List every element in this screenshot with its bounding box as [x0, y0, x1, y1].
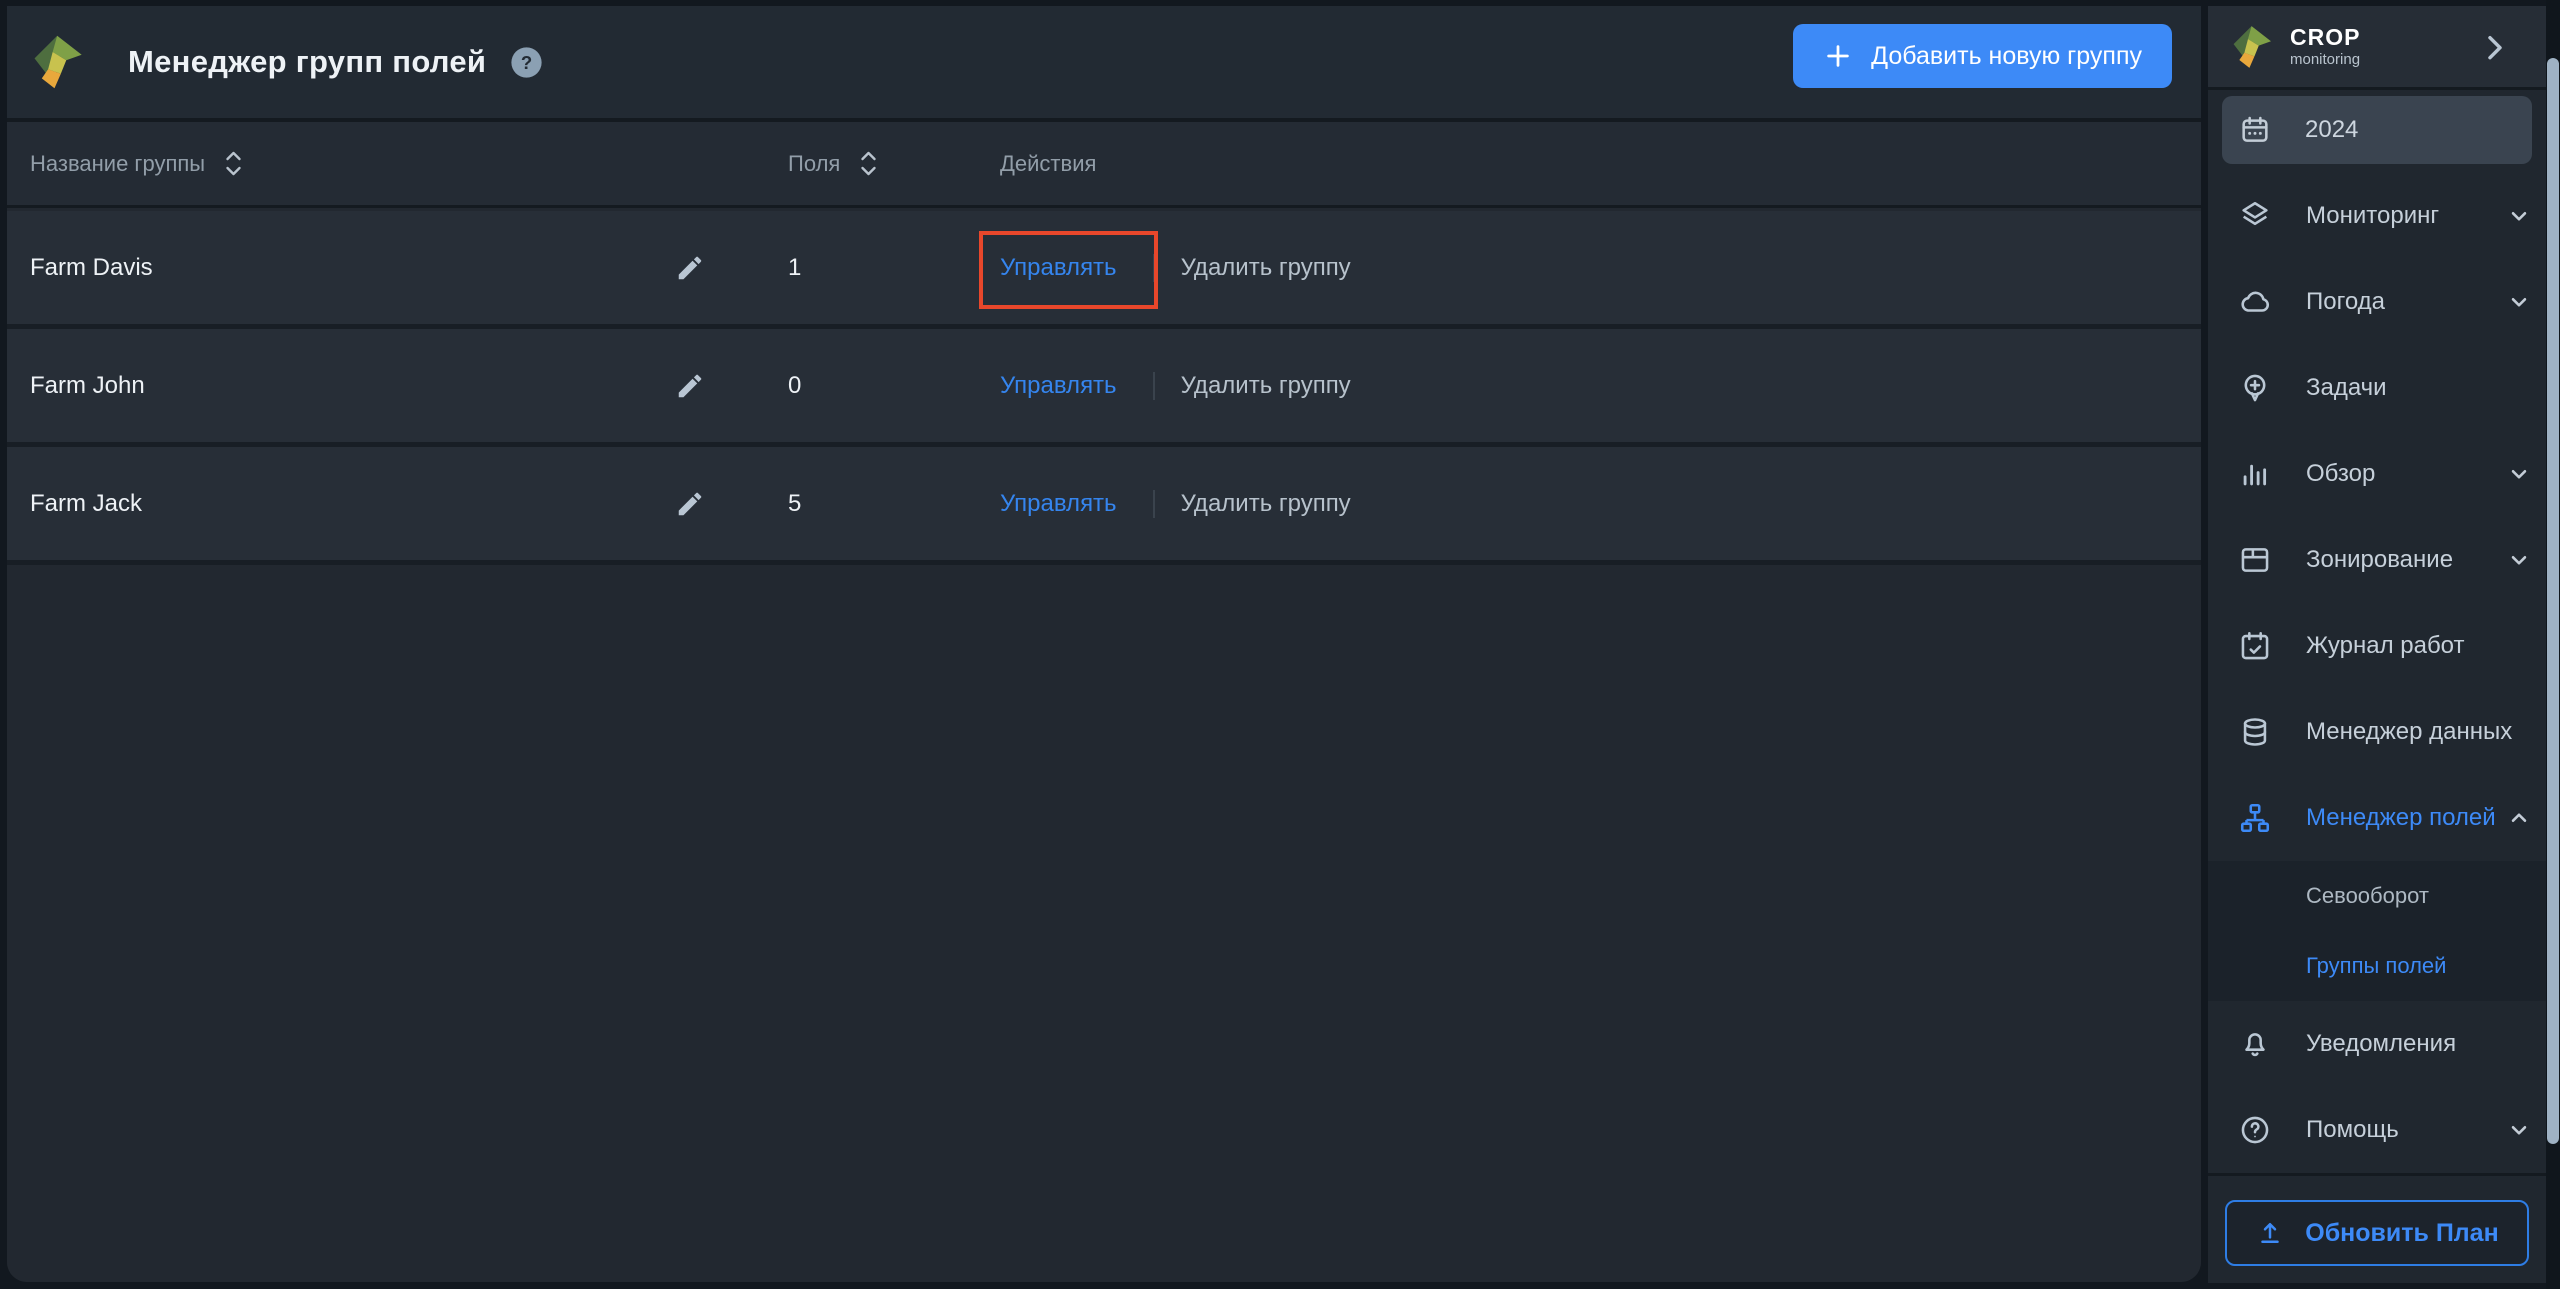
add-group-button[interactable]: Добавить новую группу: [1793, 24, 2172, 88]
submenu-item-crop-rotation[interactable]: Севооборот: [2208, 861, 2546, 931]
scrollbar-thumb[interactable]: [2547, 58, 2559, 1144]
sidebar-item-help[interactable]: Помощь: [2208, 1087, 2546, 1173]
row-actions: Управлять Удалить группу: [1000, 329, 1351, 442]
sidebar-item-data-manager[interactable]: Менеджер данных: [2208, 689, 2546, 775]
season-selector[interactable]: 2024: [2222, 96, 2532, 164]
fields-count: 5: [788, 489, 802, 517]
pencil-icon: [678, 492, 702, 515]
sidebar-item-notifications[interactable]: Уведомления: [2208, 1001, 2546, 1087]
table-row: Farm John 0 Управлять Удалить группу: [7, 329, 2201, 447]
upload-icon: [2255, 1218, 2285, 1248]
sort-up-icon: [861, 151, 877, 161]
cloud-icon: [2238, 285, 2272, 319]
chevron-down-icon: [2506, 1117, 2532, 1143]
bell-icon: [2238, 1027, 2272, 1061]
brand-name: CROP: [2290, 24, 2361, 50]
plus-icon: [1823, 41, 1853, 71]
row-actions: Управлять Удалить группу: [1000, 447, 1351, 560]
sidebar-item-work-log[interactable]: Журнал работ: [2208, 603, 2546, 689]
layers-icon: [2238, 199, 2272, 233]
question-circle-icon: [2238, 1113, 2272, 1147]
calendar-check-icon: [2238, 629, 2272, 663]
sort-fields-control[interactable]: [860, 151, 877, 176]
chevron-down-icon: [2506, 547, 2532, 573]
table-header-row: Название группы Поля Действия: [7, 122, 2201, 208]
row-actions: Управлять Удалить группу: [1000, 211, 1351, 324]
sort-down-icon: [861, 166, 877, 176]
sitemap-icon: [2238, 801, 2272, 835]
add-group-button-label: Добавить новую группу: [1871, 41, 2142, 70]
main-panel: Менеджер групп полей ? Добавить новую гр…: [7, 6, 2201, 1282]
actions-separator: [1152, 489, 1155, 518]
upgrade-plan-button[interactable]: Обновить План: [2225, 1200, 2529, 1266]
sort-name-control[interactable]: [225, 151, 242, 176]
upgrade-zone: Обновить План: [2208, 1176, 2546, 1286]
edit-name-button[interactable]: [667, 245, 713, 291]
pencil-icon: [678, 256, 702, 279]
edit-name-button[interactable]: [667, 363, 713, 409]
field-manager-submenu: Севооборот Группы полей: [2208, 861, 2546, 1001]
season-year-label: 2024: [2305, 116, 2359, 143]
sidebar: CROP monitoring 2024 Мониторинг Погода З…: [2208, 6, 2546, 1283]
delete-group-link[interactable]: Удалить группу: [1181, 372, 1351, 400]
sidebar-nav: 2024 Мониторинг Погода Задачи Обзор Зони…: [2208, 90, 2546, 1173]
pencil-icon: [678, 374, 702, 397]
sidebar-item-field-manager[interactable]: Менеджер полей: [2208, 775, 2546, 861]
manage-link[interactable]: Управлять: [1000, 490, 1117, 518]
chevron-down-icon: [2506, 203, 2532, 229]
submenu-item-field-groups[interactable]: Группы полей: [2208, 931, 2546, 1001]
group-name: Farm Jack: [30, 489, 143, 517]
sidebar-item-tasks[interactable]: Задачи: [2208, 345, 2546, 431]
column-header-fields: Поля: [788, 122, 877, 205]
crop-logo-icon: [2230, 24, 2276, 70]
bar-chart-icon: [2238, 457, 2272, 491]
fields-count: 0: [788, 371, 802, 399]
sort-down-icon: [226, 166, 241, 176]
table-row: Farm Davis 1 Управлять Удалить группу: [7, 211, 2201, 329]
main-header: Менеджер групп полей ? Добавить новую гр…: [7, 6, 2201, 118]
database-icon: [2238, 715, 2272, 749]
upgrade-plan-label: Обновить План: [2305, 1218, 2499, 1247]
manage-link[interactable]: Управлять: [1000, 372, 1117, 400]
brand: CROP monitoring: [2290, 24, 2361, 68]
chevron-down-icon: [2506, 461, 2532, 487]
crop-logo-icon: [30, 33, 88, 91]
delete-group-link[interactable]: Удалить группу: [1181, 490, 1351, 518]
actions-separator: [1152, 253, 1155, 282]
delete-group-link[interactable]: Удалить группу: [1181, 254, 1351, 282]
actions-separator: [1152, 371, 1155, 400]
sort-up-icon: [226, 151, 241, 161]
sidebar-header: CROP monitoring: [2208, 6, 2546, 90]
chevron-up-icon: [2506, 805, 2532, 831]
pin-plus-icon: [2238, 371, 2272, 405]
sidebar-collapse-button[interactable]: [2478, 31, 2510, 63]
manage-link[interactable]: Управлять: [1000, 254, 1117, 282]
scrollbar-track: [2546, 0, 2560, 1289]
help-icon[interactable]: ?: [510, 46, 543, 79]
sidebar-item-monitoring[interactable]: Мониторинг: [2208, 173, 2546, 259]
column-header-name: Название группы: [30, 122, 242, 205]
sidebar-item-weather[interactable]: Погода: [2208, 259, 2546, 345]
sidebar-item-zoning[interactable]: Зонирование: [2208, 517, 2546, 603]
column-header-actions: Действия: [1000, 150, 1097, 176]
layout-icon: [2238, 543, 2272, 577]
table-row: Farm Jack 5 Управлять Удалить группу: [7, 447, 2201, 565]
app-root: Менеджер групп полей ? Добавить новую гр…: [0, 0, 2560, 1289]
table-body: Farm Davis 1 Управлять Удалить группу Fa…: [7, 211, 2201, 1282]
chevron-right-icon: [2488, 35, 2502, 59]
group-name: Farm Davis: [30, 253, 153, 281]
svg-text:?: ?: [521, 52, 532, 73]
chevron-down-icon: [2506, 289, 2532, 315]
fields-count: 1: [788, 253, 802, 281]
edit-name-button[interactable]: [667, 481, 713, 527]
group-name: Farm John: [30, 371, 145, 399]
brand-tagline: monitoring: [2290, 51, 2361, 68]
calendar-icon: [2238, 113, 2272, 147]
sidebar-item-overview[interactable]: Обзор: [2208, 431, 2546, 517]
page-title: Менеджер групп полей: [128, 44, 487, 79]
